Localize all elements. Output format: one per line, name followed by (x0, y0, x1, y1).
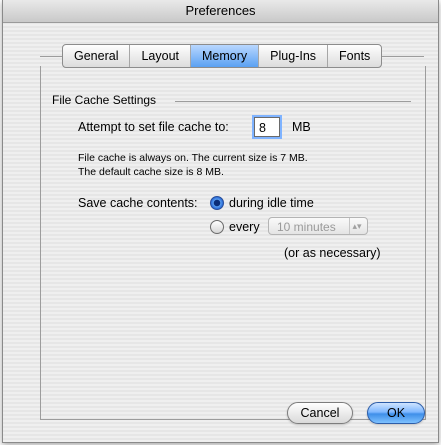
file-cache-size-field[interactable]: 8 (254, 117, 280, 137)
radio-during-idle-label[interactable]: during idle time (229, 196, 314, 210)
cache-unit-label: MB (292, 120, 311, 134)
tab-layout[interactable]: Layout (130, 45, 192, 67)
cache-info-line-1: File cache is always on. The current siz… (78, 152, 308, 164)
updown-arrows-icon: ▴▾ (349, 218, 364, 234)
interval-value: 10 minutes (277, 220, 336, 234)
ok-button[interactable]: OK (367, 402, 425, 424)
radio-during-idle[interactable] (210, 196, 224, 210)
as-necessary-note: (or as necessary) (284, 246, 381, 260)
file-cache-group-title: File Cache Settings (52, 93, 157, 107)
window-title: Preferences (3, 0, 438, 23)
tab-bar: General Layout Memory Plug-Ins Fonts (62, 44, 383, 68)
tab-memory[interactable]: Memory (191, 45, 260, 67)
tab-general[interactable]: General (63, 45, 131, 67)
cache-info-line-2: The default cache size is 8 MB. (78, 166, 224, 178)
interval-popup[interactable]: 10 minutes ▴▾ (268, 217, 368, 235)
attempt-cache-label: Attempt to set file cache to: (78, 120, 229, 134)
cancel-button[interactable]: Cancel (287, 402, 353, 424)
tab-plug-ins[interactable]: Plug-Ins (259, 45, 329, 67)
save-cache-label: Save cache contents: (78, 196, 198, 210)
radio-every[interactable] (210, 220, 224, 234)
tab-fonts[interactable]: Fonts (328, 45, 381, 67)
radio-every-label[interactable]: every (229, 220, 260, 234)
group-separator (175, 101, 411, 102)
